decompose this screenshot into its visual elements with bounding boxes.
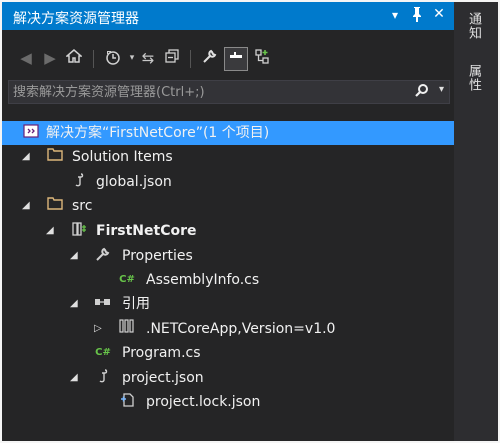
csharp-project-icon [70, 221, 88, 244]
solution-explorer-panel: 解决方案资源管理器 ▾ ✕ ◀ ▶ ▾ ⇆ 搜索解决方案资源管理器(Ctrl+;… [2, 2, 454, 441]
expanded-arrow-icon[interactable]: ◢ [22, 196, 30, 216]
history-icon[interactable] [103, 48, 123, 68]
tree-item-solution[interactable]: 解决方案“FirstNetCore”(1 个项目) [2, 121, 454, 145]
csharp-file-icon: C# [95, 347, 111, 358]
properties-icon[interactable] [200, 48, 220, 68]
window-title: 解决方案资源管理器 [13, 11, 139, 27]
solution-icon [22, 123, 40, 146]
close-button[interactable]: ✕ [430, 6, 448, 22]
expanded-arrow-icon[interactable]: ◢ [70, 246, 78, 266]
pin-icon [413, 7, 421, 22]
tree-item-label: Solution Items [72, 149, 173, 165]
tree-item-project-lock-json[interactable]: project.lock.json [2, 390, 454, 414]
toolbar-separator [93, 50, 94, 68]
back-icon[interactable]: ◀ [16, 48, 36, 68]
generated-file-icon [118, 392, 136, 415]
tree-item-label: .NETCoreApp,Version=v1.0 [146, 321, 336, 337]
tree-item-label: src [72, 198, 93, 214]
tree-item-label: project.json [122, 370, 204, 386]
expanded-arrow-icon[interactable]: ◢ [70, 368, 78, 388]
tree-item-netcoreapp[interactable]: ▷ .NETCoreApp,Version=v1.0 [2, 317, 454, 341]
csharp-file-icon: C# [119, 274, 135, 285]
tree-item-label: FirstNetCore [96, 223, 197, 239]
expanded-arrow-icon[interactable]: ◢ [70, 294, 78, 314]
tree-item-label: 引用 [122, 296, 150, 312]
tree-item-project-json[interactable]: ◢ project.json [2, 366, 454, 390]
tree-item-label: project.lock.json [146, 394, 261, 410]
tree-item-assemblyinfo[interactable]: C# AssemblyInfo.cs [2, 268, 454, 292]
tree-item-program[interactable]: C# Program.cs [2, 341, 454, 365]
tree-item-label: 解决方案“FirstNetCore”(1 个项目) [46, 125, 270, 141]
json-file-icon [94, 368, 112, 391]
home-icon[interactable] [64, 48, 84, 68]
search-box: ▾ [8, 80, 450, 104]
tree-item-label: AssemblyInfo.cs [146, 272, 260, 288]
side-tab-notifications[interactable]: 通知 [464, 12, 483, 40]
tree-item-label: Properties [122, 248, 193, 264]
json-file-icon [70, 172, 88, 195]
references-icon [94, 294, 112, 314]
title-bar: 解决方案资源管理器 ▾ ✕ [2, 2, 454, 30]
side-tab-strip: 通知 属性 [454, 2, 498, 441]
collapse-all-icon[interactable] [162, 48, 182, 68]
window-menu-button[interactable]: ▾ [386, 8, 404, 22]
side-tab-properties[interactable]: 属性 [464, 64, 483, 92]
tree-item-properties[interactable]: ◢ Properties [2, 244, 454, 268]
tree-item-src[interactable]: ◢ src [2, 194, 454, 218]
folder-icon [46, 196, 64, 217]
tree-item-label: global.json [96, 174, 172, 190]
search-icon[interactable] [415, 83, 429, 101]
expanded-arrow-icon[interactable]: ◢ [22, 147, 30, 167]
folder-icon [46, 147, 64, 168]
forward-icon[interactable]: ▶ [40, 48, 60, 68]
new-view-icon[interactable] [252, 48, 272, 68]
search-options-icon[interactable]: ▾ [439, 84, 444, 95]
tree-item-global-json[interactable]: global.json [2, 170, 454, 194]
toolbar-separator [190, 50, 191, 68]
sync-icon[interactable]: ⇆ [138, 48, 158, 68]
tree-item-references[interactable]: ◢ 引用 [2, 292, 454, 316]
search-input[interactable] [13, 81, 403, 103]
tree-item-solution-items[interactable]: ◢ Solution Items [2, 145, 454, 169]
solution-explorer-window: 解决方案资源管理器 ▾ ✕ ◀ ▶ ▾ ⇆ 搜索解决方案资源管理器(Ctrl+;… [2, 2, 498, 441]
tree-item-project[interactable]: ◢ FirstNetCore [2, 219, 454, 243]
expanded-arrow-icon[interactable]: ◢ [46, 221, 54, 241]
wrench-icon [94, 246, 112, 269]
pin-button[interactable] [408, 6, 426, 26]
package-icon [118, 319, 136, 340]
tree-item-label: Program.cs [122, 345, 201, 361]
preview-icon[interactable] [224, 47, 248, 71]
toolbar: ◀ ▶ ▾ ⇆ [2, 40, 454, 72]
collapsed-arrow-icon[interactable]: ▷ [94, 319, 102, 339]
